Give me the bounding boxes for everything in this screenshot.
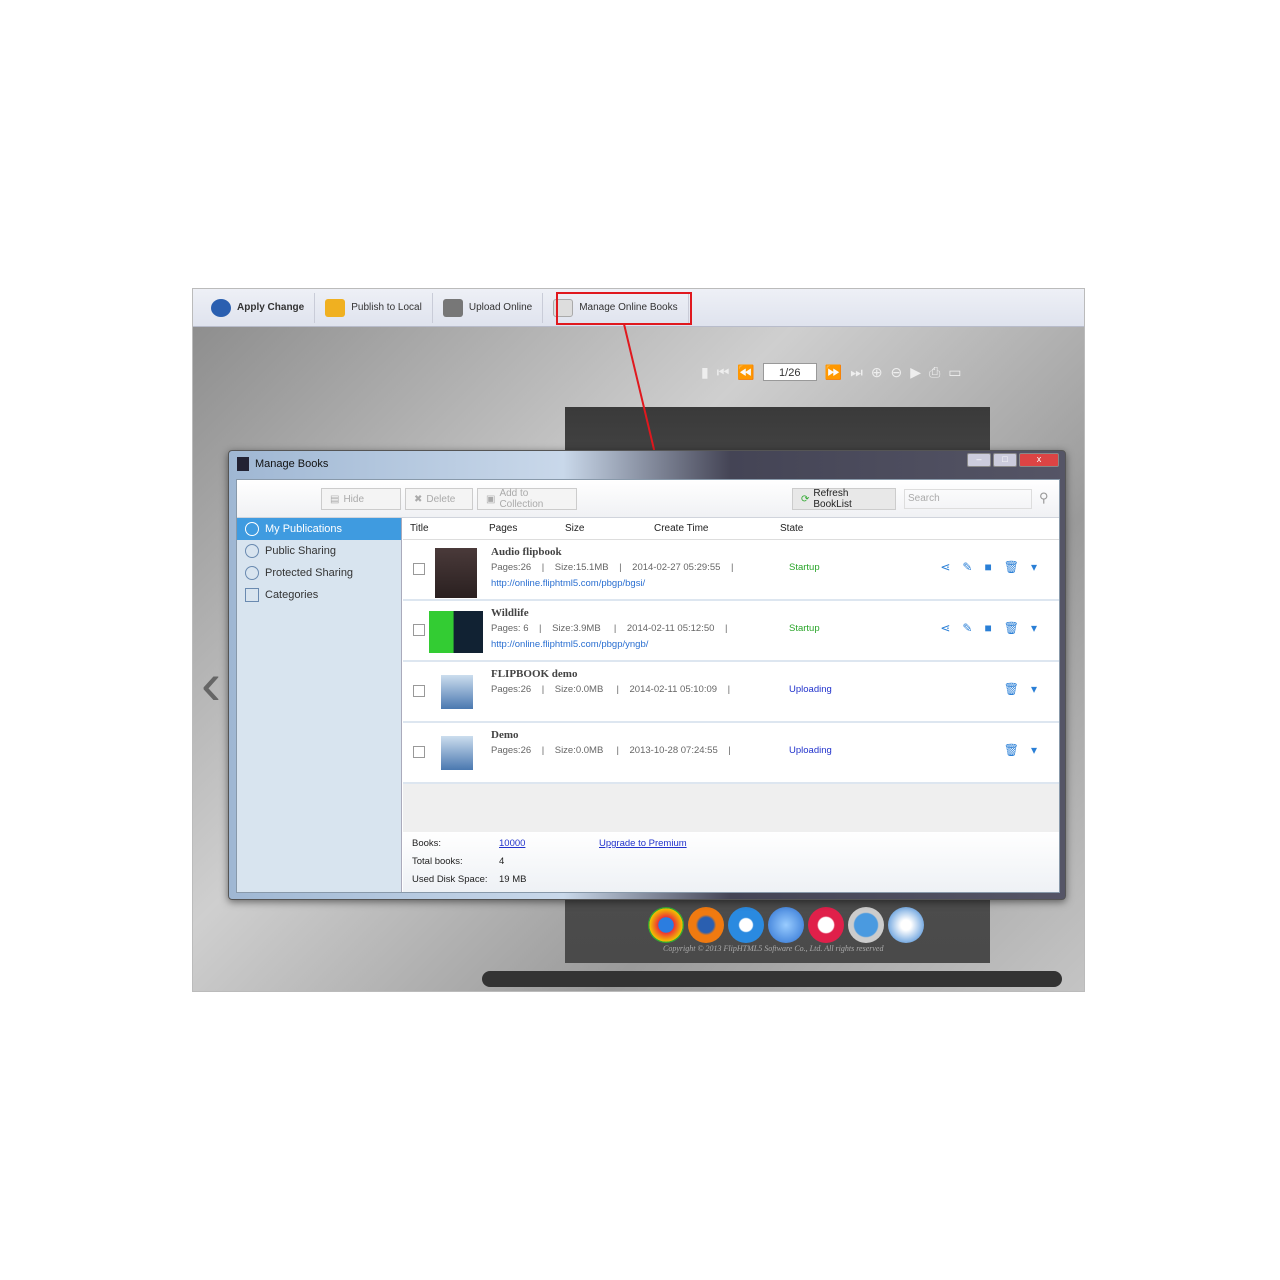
list-footer: Books: 10000 Upgrade to Premium Total bo… — [403, 832, 1059, 892]
col-size[interactable]: Size — [565, 523, 584, 534]
sidebar-item-my-publications[interactable]: My Publications — [237, 518, 401, 540]
horizontal-scrollbar[interactable] — [482, 971, 1062, 987]
book-title: Demo — [491, 729, 519, 741]
list-header: Title Pages Size Create Time State — [403, 518, 1059, 540]
user-lock-icon — [245, 566, 259, 580]
book-thumbnail — [435, 548, 477, 598]
book-thumbnail — [441, 736, 473, 770]
book-state: Startup — [789, 623, 820, 634]
table-row[interactable]: Audio flipbook Pages:26 | Size:15.1MB | … — [403, 540, 1059, 601]
col-pages[interactable]: Pages — [489, 523, 517, 534]
book-title: FLIPBOOK demo — [491, 668, 578, 680]
book-meta: Pages:26 | Size:0.0MB | 2013-10-28 07:24… — [491, 745, 731, 756]
globe-icon — [245, 544, 259, 558]
search-input[interactable]: Search — [904, 489, 1032, 509]
upgrade-link[interactable]: Upgrade to Premium — [599, 838, 687, 849]
manage-books-dialog: Manage Books – □ x ▤ Hide ✖ Delete ▣ Add to C… — [228, 450, 1066, 900]
trash-icon[interactable]: 🗑 — [1004, 621, 1019, 635]
book-meta: Pages:26 | Size:0.0MB | 2014-02-11 05:10… — [491, 684, 731, 695]
maximize-button[interactable]: □ — [993, 453, 1017, 467]
edit-icon[interactable]: ✎ — [962, 560, 972, 574]
book-list: Title Pages Size Create Time State Audio… — [403, 518, 1059, 892]
total-books: 4 — [499, 856, 505, 867]
hide-icon: ▤ — [330, 493, 340, 505]
add-to-collection-button[interactable]: ▣ Add to Collection — [477, 488, 577, 510]
trash-icon[interactable]: 🗑 — [1004, 682, 1019, 696]
firefox-icon — [688, 907, 724, 943]
book-icon — [237, 457, 249, 471]
search-icon[interactable]: ⚲ — [1039, 490, 1049, 506]
copyright-text: Copyright © 2013 FlipHTML5 Software Co.,… — [663, 944, 884, 953]
chevron-down-icon[interactable]: ▾ — [1031, 682, 1037, 696]
hide-button[interactable]: ▤ Hide — [321, 488, 401, 510]
maxthon-icon — [768, 907, 804, 943]
book-thumbnail — [441, 675, 473, 709]
sidebar-item-protected-sharing[interactable]: Protected Sharing — [237, 562, 401, 584]
book-title: Wildlife — [491, 607, 529, 619]
book-url[interactable]: http://online.fliphtml5.com/pbgp/yngb/ — [491, 639, 648, 650]
globe-icon — [888, 907, 924, 943]
book-state: Uploading — [789, 745, 832, 756]
edit-icon[interactable]: ✎ — [962, 621, 972, 635]
row-checkbox[interactable] — [413, 685, 425, 697]
prev-arrow-icon[interactable]: ‹ — [201, 649, 221, 718]
refresh-booklist-button[interactable]: ⟳ Refresh BookList — [792, 488, 896, 510]
share-icon[interactable]: ⋖ — [940, 621, 950, 635]
refresh-icon: ⟳ — [801, 493, 810, 505]
browser-icons — [648, 907, 924, 943]
stop-icon[interactable]: ■ — [984, 560, 991, 574]
trash-icon[interactable]: 🗑 — [1004, 560, 1019, 574]
book-thumbnail — [429, 611, 483, 653]
row-checkbox[interactable] — [413, 624, 425, 636]
row-checkbox[interactable] — [413, 746, 425, 758]
ie-icon — [728, 907, 764, 943]
tree-icon — [245, 588, 259, 602]
col-state[interactable]: State — [780, 523, 803, 534]
book-url[interactable]: http://online.fliphtml5.com/pbgp/bgsi/ — [491, 578, 645, 589]
minimize-button[interactable]: – — [967, 453, 991, 467]
books-limit-link[interactable]: 10000 — [499, 838, 525, 849]
trash-icon[interactable]: 🗑 — [1004, 743, 1019, 757]
dialog-toolbar: ▤ Hide ✖ Delete ▣ Add to Collection ⟳ Refres… — [237, 480, 1059, 518]
publications-icon — [245, 522, 259, 536]
table-row[interactable]: FLIPBOOK demo Pages:26 | Size:0.0MB | 20… — [403, 662, 1059, 723]
book-title: Audio flipbook — [491, 546, 562, 558]
book-meta: Pages:26 | Size:15.1MB | 2014-02-27 05:2… — [491, 562, 734, 573]
safari-icon — [848, 907, 884, 943]
close-button[interactable]: x — [1019, 453, 1059, 467]
col-title[interactable]: Title — [410, 523, 429, 534]
chrome-icon — [648, 907, 684, 943]
delete-button[interactable]: ✖ Delete — [405, 488, 473, 510]
sidebar-item-public-sharing[interactable]: Public Sharing — [237, 540, 401, 562]
sidebar: My Publications Public Sharing Protected… — [237, 518, 402, 892]
book-state: Uploading — [789, 684, 832, 695]
table-row[interactable]: Demo Pages:26 | Size:0.0MB | 2013-10-28 … — [403, 723, 1059, 784]
share-icon[interactable]: ⋖ — [940, 560, 950, 574]
book-meta: Pages: 6 | Size:3.9MB | 2014-02-11 05:12… — [491, 623, 728, 634]
delete-icon: ✖ — [414, 493, 423, 505]
row-checkbox[interactable] — [413, 563, 425, 575]
opera-icon — [808, 907, 844, 943]
chevron-down-icon[interactable]: ▾ — [1031, 743, 1037, 757]
col-create-time[interactable]: Create Time — [654, 523, 708, 534]
chevron-down-icon[interactable]: ▾ — [1031, 621, 1037, 635]
book-state: Startup — [789, 562, 820, 573]
dialog-title: Manage Books — [255, 458, 329, 470]
stop-icon[interactable]: ■ — [984, 621, 991, 635]
disk-space: 19 MB — [499, 874, 527, 885]
sidebar-item-categories[interactable]: Categories — [237, 584, 401, 606]
red-arrow — [623, 323, 662, 472]
collection-icon: ▣ — [486, 493, 496, 505]
table-row[interactable]: Wildlife Pages: 6 | Size:3.9MB | 2014-02… — [403, 601, 1059, 662]
chevron-down-icon[interactable]: ▾ — [1031, 560, 1037, 574]
